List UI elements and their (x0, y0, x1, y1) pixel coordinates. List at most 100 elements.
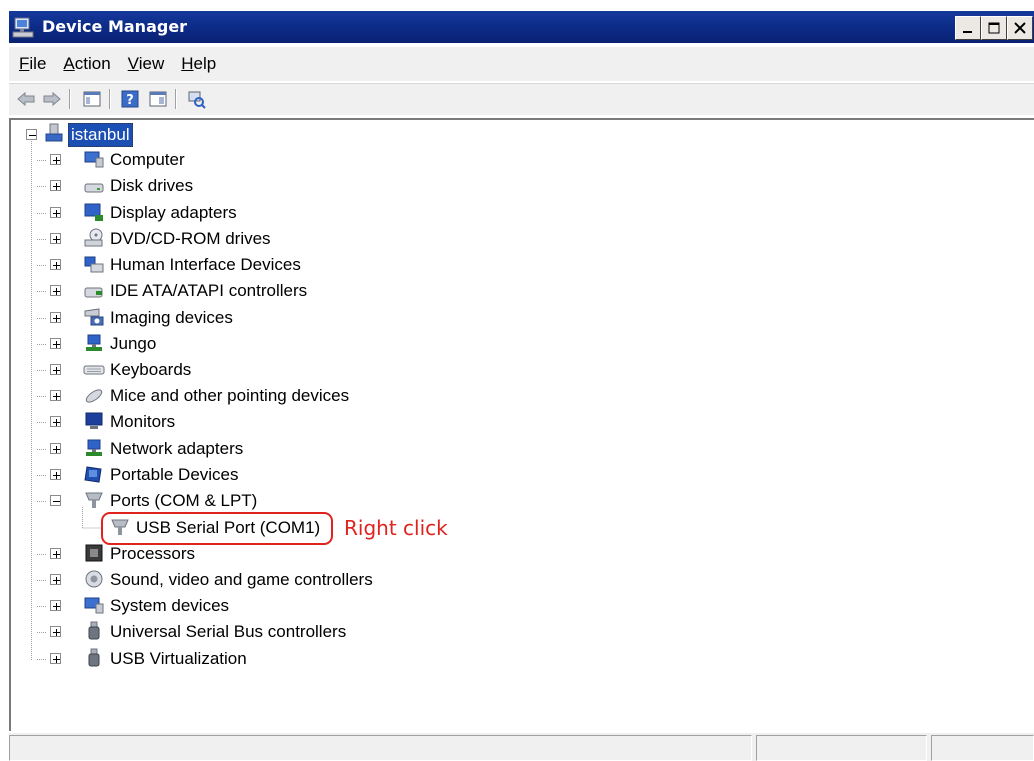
camera-icon (84, 308, 104, 326)
title-bar[interactable]: Device Manager (9, 11, 1034, 43)
tree-item-system-devices[interactable]: System devices (11, 595, 411, 619)
expand-toggle[interactable] (50, 233, 61, 244)
collapse-toggle[interactable] (26, 129, 37, 140)
plus-icon (53, 236, 60, 243)
expand-toggle[interactable] (50, 469, 61, 480)
plus-icon (53, 472, 60, 479)
speaker-icon (85, 570, 103, 588)
tree-item-label: Sound, video and game controllers (110, 570, 373, 589)
expand-toggle[interactable] (50, 180, 61, 191)
tree-item-portable-devices[interactable]: Portable Devices (11, 464, 411, 488)
ide-controller-icon (84, 287, 103, 298)
plus-icon (53, 656, 60, 663)
expand-toggle[interactable] (50, 443, 61, 454)
tree-item-label: Portable Devices (110, 465, 239, 484)
tree-item-label: IDE ATA/ATAPI controllers (110, 281, 308, 300)
computer-icon (45, 123, 63, 142)
tree-item-imaging-devices[interactable]: Imaging devices (11, 307, 411, 331)
display-adapter-icon (84, 203, 103, 221)
properties-icon[interactable] (147, 88, 169, 110)
tree-item-network-adapters[interactable]: Network adapters (11, 438, 411, 462)
tree-item-ports-com-lpt[interactable]: Ports (COM & LPT) (11, 490, 411, 514)
tree-item-keyboards[interactable]: Keyboards (11, 359, 411, 383)
tree-item-usb-virtualization[interactable]: USB Virtualization (11, 648, 411, 672)
keyboard-icon (83, 365, 105, 375)
processor-icon (85, 544, 103, 562)
dvd-drive-icon (84, 228, 103, 247)
tree-item-mice-and-pointing-devices[interactable]: Mice and other pointing devices (11, 385, 511, 409)
port-icon (85, 492, 103, 508)
tree-item-label: Network adapters (110, 439, 244, 458)
minus-icon (53, 501, 60, 502)
plus-icon (53, 393, 60, 400)
tree-item-disk-drives[interactable]: Disk drives (11, 175, 411, 199)
minimize-button[interactable] (955, 16, 981, 40)
tree-item-label: Disk drives (110, 176, 194, 195)
expand-toggle[interactable] (50, 626, 61, 637)
tree-item-label: Processors (110, 544, 196, 563)
hid-icon (84, 256, 104, 273)
expand-toggle[interactable] (50, 259, 61, 270)
expand-toggle[interactable] (50, 312, 61, 323)
network-device-icon (86, 334, 102, 351)
device-tree[interactable]: istanbul Computer Disk drives Display ad… (9, 118, 1034, 731)
expand-toggle[interactable] (50, 548, 61, 559)
plus-icon (53, 603, 60, 610)
show-hide-console-tree-icon[interactable] (81, 88, 103, 110)
expand-toggle[interactable] (50, 154, 61, 165)
expand-toggle[interactable] (50, 207, 61, 218)
tree-item-human-interface-devices[interactable]: Human Interface Devices (11, 254, 411, 278)
usb-plug-icon (88, 648, 100, 667)
tree-item-computer[interactable]: Computer (11, 149, 411, 173)
menu-action[interactable]: Action (56, 51, 117, 77)
plus-icon (53, 551, 60, 558)
plus-icon (53, 183, 60, 190)
plus-icon (53, 577, 60, 584)
tree-item-label: Imaging devices (110, 308, 233, 327)
maximize-button[interactable] (981, 16, 1007, 40)
collapse-toggle[interactable] (50, 495, 61, 506)
minimize-icon (963, 31, 972, 33)
tree-root-istanbul[interactable]: istanbul (11, 122, 211, 147)
plus-icon (53, 315, 60, 322)
tree-item-display-adapters[interactable]: Display adapters (11, 202, 411, 226)
tree-item-universal-serial-bus-controllers[interactable]: Universal Serial Bus controllers (11, 621, 511, 645)
tree-item-label: Mice and other pointing devices (110, 386, 350, 405)
expand-toggle[interactable] (50, 338, 61, 349)
minus-icon (29, 135, 36, 136)
expand-toggle[interactable] (50, 390, 61, 401)
expand-toggle[interactable] (50, 653, 61, 664)
annotation-highlight-ring (101, 512, 333, 545)
scan-hardware-changes-icon[interactable] (185, 88, 207, 110)
tree-item-label: Jungo (110, 334, 157, 353)
expand-toggle[interactable] (50, 600, 61, 611)
tree-item-label: Universal Serial Bus controllers (110, 622, 347, 641)
tree-item-ide-ata-atapi-controllers[interactable]: IDE ATA/ATAPI controllers (11, 280, 411, 304)
tree-item-jungo[interactable]: Jungo (11, 333, 411, 357)
menu-file[interactable]: File (12, 51, 53, 77)
expand-toggle[interactable] (50, 285, 61, 296)
tree-item-processors[interactable]: Processors (11, 543, 411, 567)
menu-view[interactable]: View (121, 51, 172, 77)
device-manager-window: Device Manager File Action View Help ? i… (0, 0, 1034, 761)
back-arrow-icon[interactable] (15, 88, 37, 110)
expand-toggle[interactable] (50, 364, 61, 375)
tree-item-label: Display adapters (110, 203, 237, 222)
svg-text:?: ? (126, 93, 134, 108)
status-bar (9, 733, 1034, 761)
menu-help[interactable]: Help (174, 51, 223, 77)
plus-icon (53, 341, 60, 348)
portable-device-icon (84, 466, 102, 483)
mouse-icon (85, 389, 103, 403)
tree-item-sound-video-game-controllers[interactable]: Sound, video and game controllers (11, 569, 511, 593)
status-pane-main (9, 735, 752, 761)
computer-icon (84, 151, 104, 168)
tree-item-dvd-cd-rom-drives[interactable]: DVD/CD-ROM drives (11, 228, 411, 252)
help-icon[interactable]: ? (119, 88, 141, 110)
expand-toggle[interactable] (50, 416, 61, 427)
tree-item-monitors[interactable]: Monitors (11, 411, 411, 435)
close-button[interactable] (1007, 16, 1033, 40)
plus-icon (53, 288, 60, 295)
expand-toggle[interactable] (50, 574, 61, 585)
forward-arrow-icon[interactable] (41, 88, 63, 110)
